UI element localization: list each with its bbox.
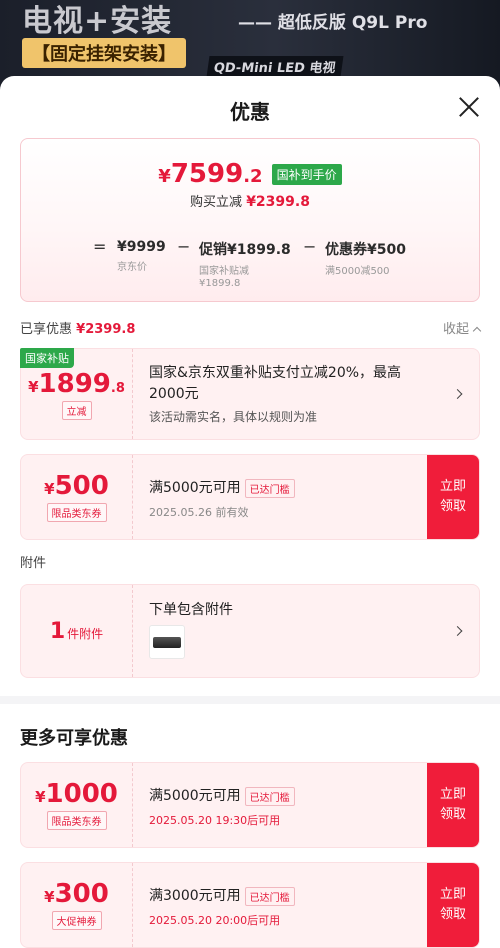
subsidy-title: 国家&京东双重补贴支付立减20%，最高 2000元: [149, 365, 402, 402]
accessory-count: 1 件附件: [49, 619, 104, 644]
accessory-card[interactable]: 1 件附件 下单包含附件: [20, 584, 480, 678]
accessory-section-label: 附件: [20, 556, 47, 571]
accessory-thumbnail: [149, 625, 185, 659]
sheet-title: 优惠: [230, 100, 270, 124]
subsidy-tag: 立减: [61, 401, 92, 420]
coupon-1000-tag: 限品类东券: [46, 811, 107, 830]
enjoyed-discount-row: 已享优惠 ¥2399.8 收起: [20, 318, 482, 337]
subsidy-amount: ¥1899.8: [28, 369, 125, 399]
section-divider: [0, 696, 500, 704]
gov-subsidy-card[interactable]: ¥1899.8 立减 国家&京东双重补贴支付立减20%，最高 2000元 该活动…: [20, 348, 480, 440]
formula-promo: 促销¥1899.8 国家补贴减 ¥1899.8: [199, 242, 291, 289]
claim-coupon-1000-button[interactable]: 立即领取: [427, 763, 479, 847]
banner-headline: 电视+安装: [22, 4, 173, 39]
formula-minus-2: −: [303, 237, 317, 256]
coupon-card-500: ¥500 限品类东券 满5000元可用 已达门槛 2025.05.26 前有效 立…: [20, 454, 480, 540]
formula-coupon: 优惠券¥500 满5000减500: [325, 242, 406, 277]
formula-minus-1: −: [177, 237, 191, 256]
enjoyed-value: ¥2399.8: [76, 322, 136, 337]
close-icon[interactable]: [458, 96, 480, 118]
instant-discount-label: 购买立减: [190, 195, 243, 210]
collapse-toggle[interactable]: 收起: [443, 318, 482, 337]
formula-jd-price: ¥9999 京东价: [117, 239, 166, 273]
price-summary-card: ¥7599.2 国补到手价 购买立减 ¥2399.8 = ¥9999 京东价 −…: [20, 138, 480, 302]
final-price: ¥7599.2: [158, 159, 263, 189]
gov-subsidy-corner-badge: 国家补贴: [20, 348, 74, 368]
instant-discount-value: ¥2399.8: [246, 194, 310, 210]
instant-discount-row: 购买立减 ¥2399.8: [21, 191, 479, 210]
enjoyed-label: 已享优惠: [20, 322, 73, 337]
banner-product: —— 超低反版 Q9L Pro: [238, 13, 428, 33]
more-discounts-title: 更多可享优惠: [20, 728, 128, 749]
coupon-300-tag: 大促神券: [51, 911, 102, 930]
banner-tag: 【固定挂架安装】: [22, 38, 186, 68]
coupon-500-amount: ¥500: [44, 471, 109, 501]
chevron-up-icon: [472, 326, 482, 336]
claim-coupon-500-button[interactable]: 立即领取: [427, 455, 479, 539]
subsidy-note: 该活动需实名，具体以规则为准: [149, 410, 318, 424]
accessory-title: 下单包含附件: [149, 602, 233, 618]
banner-tech: QD-Mini LED 电视: [206, 56, 344, 77]
coupon-card-1000: ¥1000 限品类东券 满5000元可用 已达门槛 2025.05.20 19:3…: [20, 762, 480, 848]
discount-sheet: 优惠 ¥7599.2 国补到手价 购买立减 ¥2399.8 = ¥9999 京东…: [0, 76, 500, 948]
claim-coupon-300-button[interactable]: 立即领取: [427, 863, 479, 947]
coupon-300-amount: ¥300: [44, 879, 109, 909]
final-price-row: ¥7599.2 国补到手价: [21, 159, 479, 189]
coupon-card-300: ¥300 大促神券 满3000元可用 已达门槛 2025.05.20 20:00后…: [20, 862, 480, 948]
coupon-1000-amount: ¥1000: [35, 779, 118, 809]
coupon-500-tag: 限品类东券: [46, 503, 107, 522]
formula-equals: =: [93, 237, 107, 256]
gov-price-badge: 国补到手价: [271, 163, 342, 185]
